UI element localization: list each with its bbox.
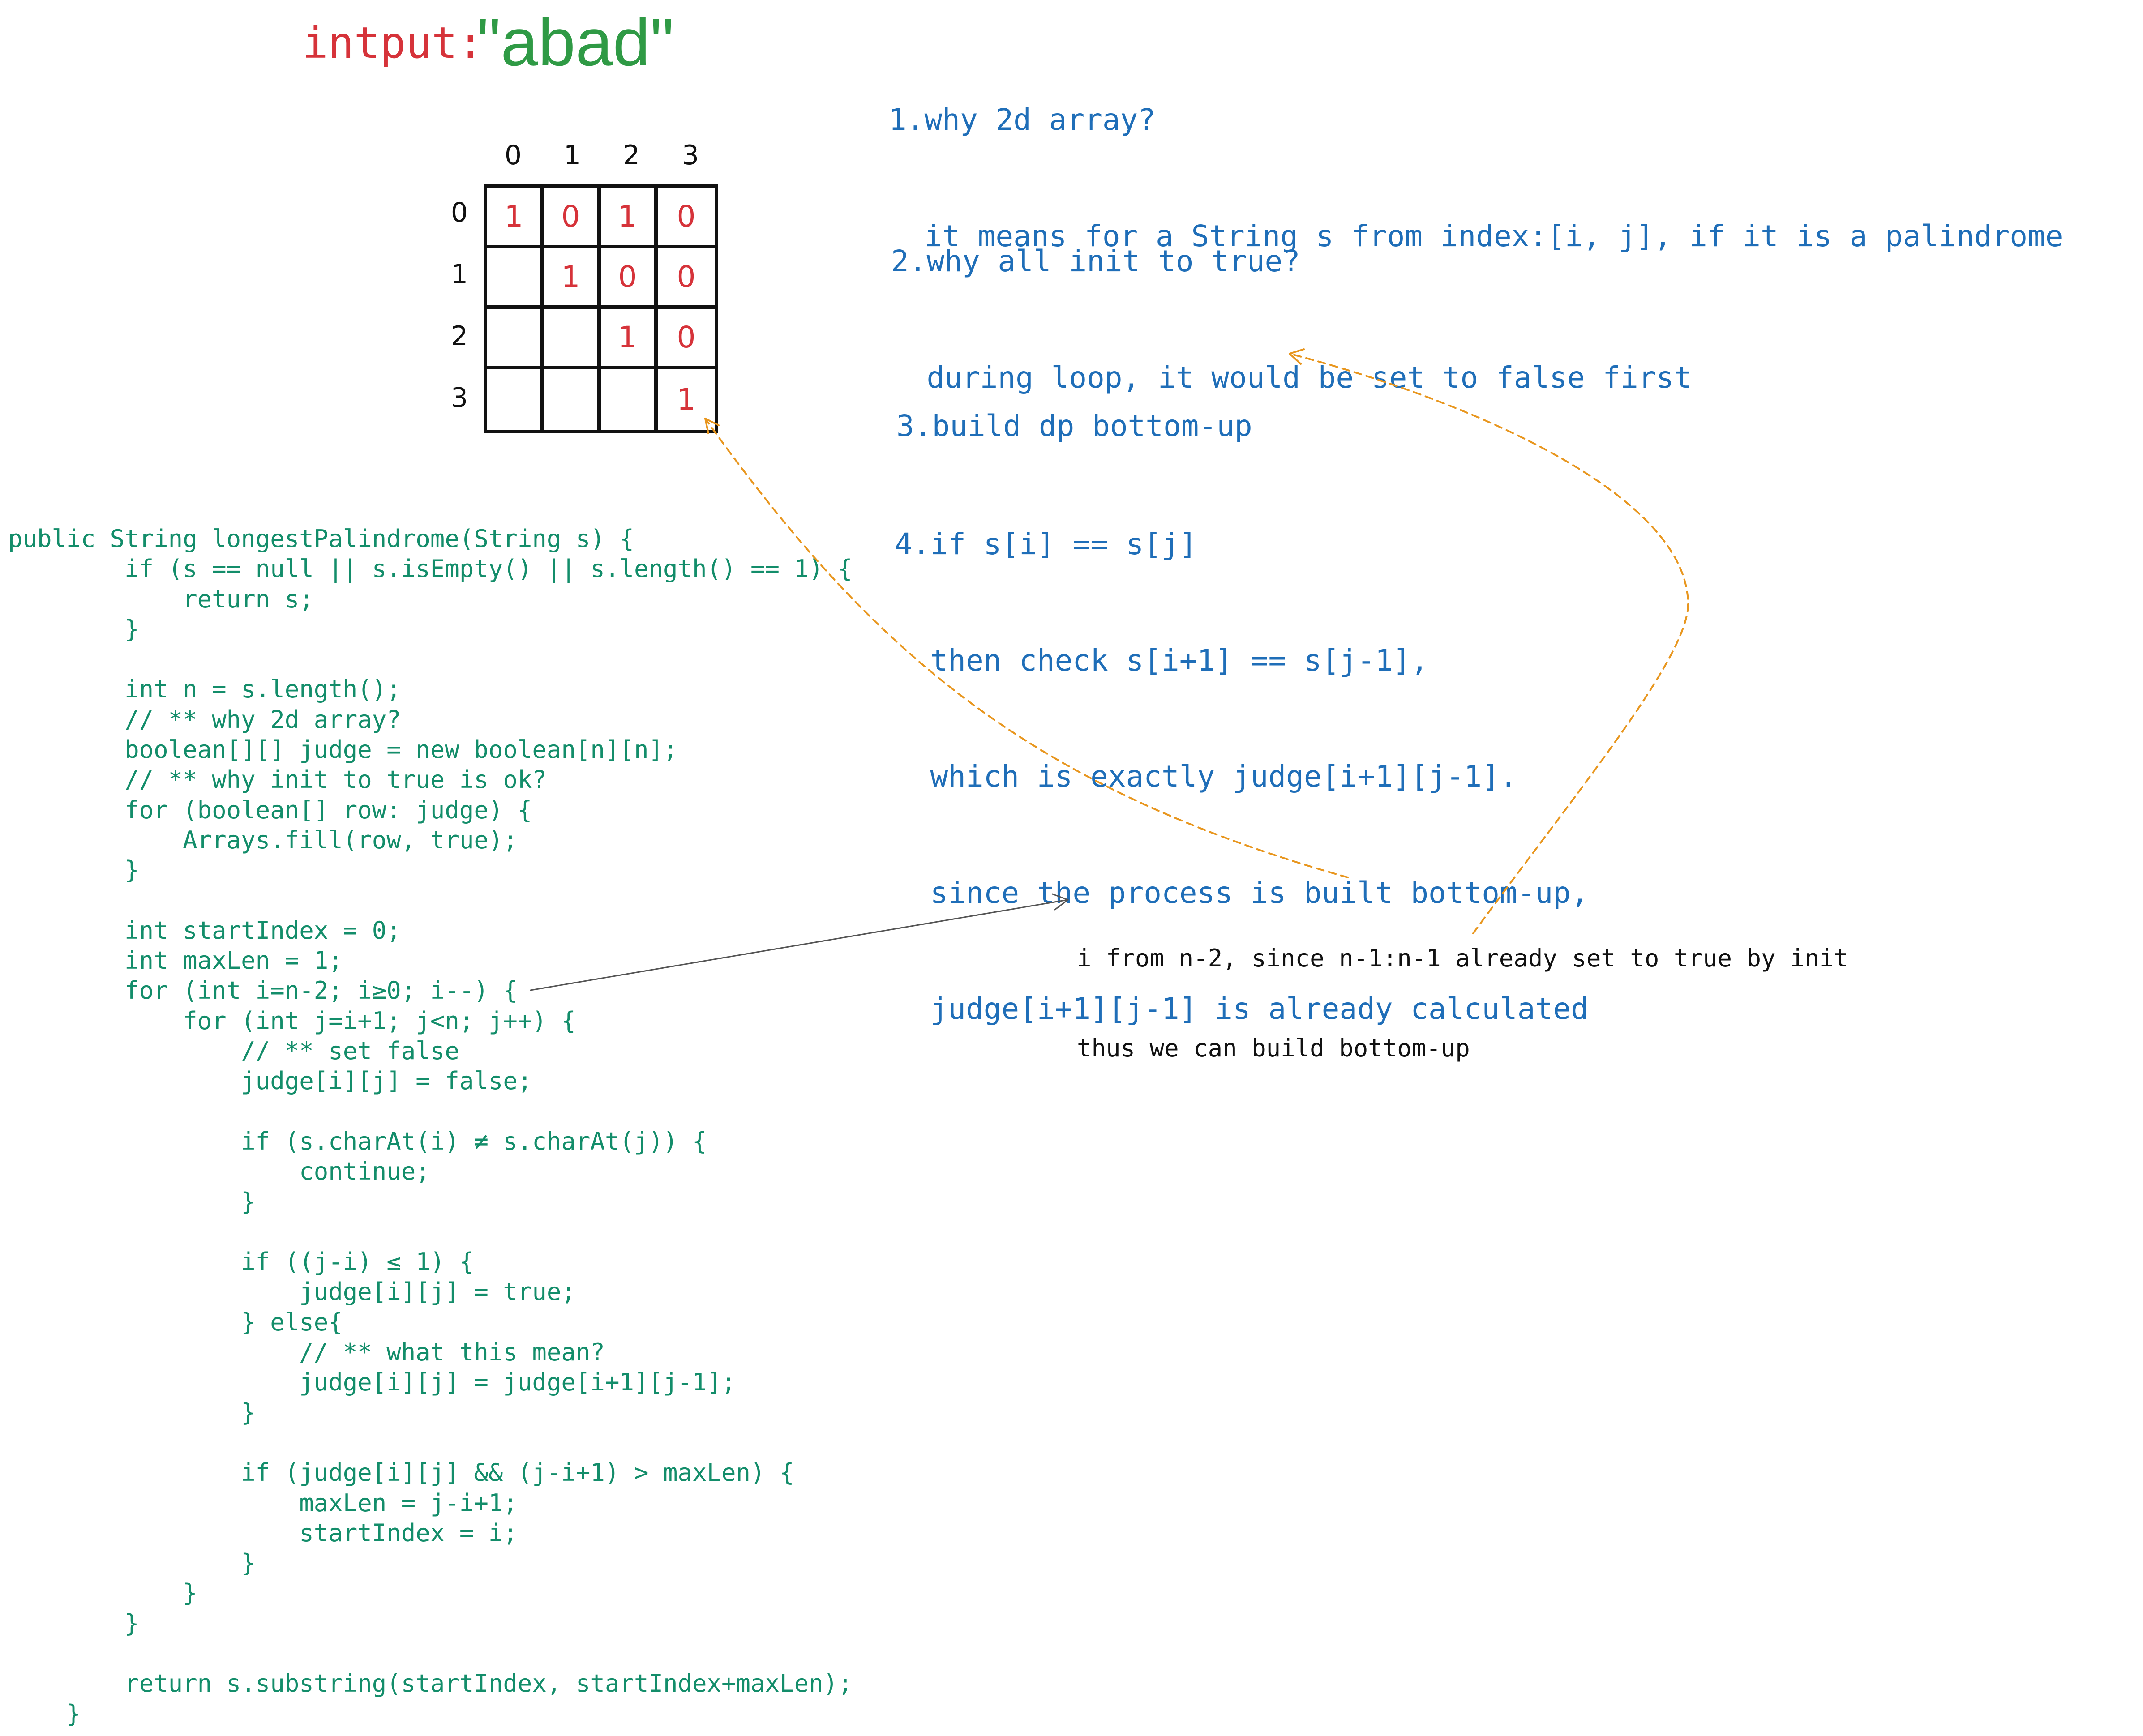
diagram-canvas: intput: "abad" 0 1 2 3 0 1 2 3 1 0 1 0 1… [0,0,2143,1736]
arrow-layer [530,348,1689,991]
dashed-arrow-to-bottom-up-note [1289,353,1689,934]
solid-arrow-to-annotation [530,899,1069,991]
dashed-arrow-to-matrix-cell [704,418,1349,878]
